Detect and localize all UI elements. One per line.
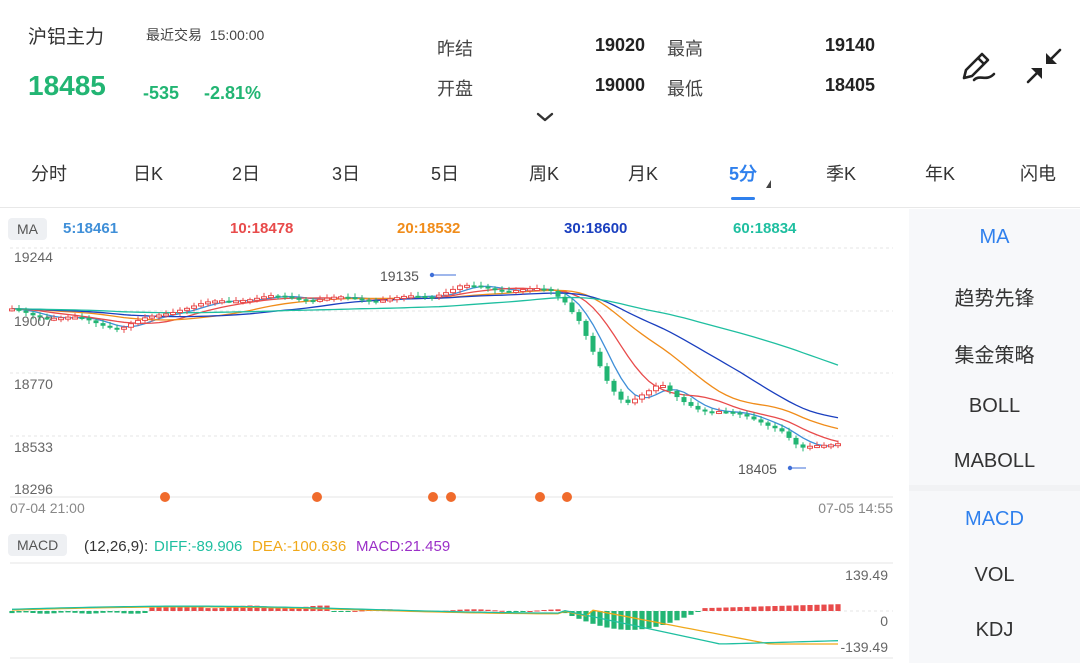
macd-bar	[226, 607, 232, 611]
macd-bar	[800, 605, 806, 611]
macd-bar	[527, 611, 533, 612]
indicator-side-panel: MA 趋势先锋 集金策略 BOLL MABOLL MACD VOL KDJ	[909, 209, 1080, 663]
macd-bar	[30, 611, 36, 613]
macd-bar	[506, 611, 512, 612]
macd-bar	[338, 611, 344, 612]
macd-bar	[44, 611, 50, 614]
macd-bar	[702, 608, 708, 611]
macd-bar	[464, 609, 470, 611]
macd-bar	[9, 611, 15, 614]
main-indicator-group: MA 趋势先锋 集金策略 BOLL MABOLL	[909, 209, 1080, 485]
macd-bar	[79, 611, 85, 614]
macd-bar	[58, 611, 64, 613]
macd-bar	[744, 606, 750, 611]
macd-bar	[205, 608, 211, 611]
macd-bar	[779, 605, 785, 611]
tab-lightning[interactable]: 闪电	[1008, 160, 1068, 186]
macd-bar	[149, 607, 155, 611]
macd-bar	[653, 611, 659, 627]
macd-bar	[730, 607, 736, 611]
macd-bar	[807, 605, 813, 611]
macd-bar	[37, 611, 43, 614]
macd-bar	[723, 607, 729, 611]
macd-bar	[142, 611, 148, 613]
macd-bar	[72, 611, 78, 613]
side-item-vol[interactable]: VOL	[909, 564, 1080, 587]
macd-bar	[688, 611, 694, 615]
macd-bar	[828, 604, 834, 611]
macd-bar	[667, 611, 673, 623]
macd-bar	[541, 610, 547, 611]
macd-bar	[772, 606, 778, 611]
macd-bar	[135, 611, 141, 614]
macd-axis-zero: 0	[880, 613, 888, 629]
side-item-macd[interactable]: MACD	[909, 508, 1080, 531]
macd-bar	[212, 608, 218, 611]
macd-bar	[632, 611, 638, 630]
macd-bar	[100, 611, 106, 613]
macd-bar	[478, 609, 484, 611]
macd-bar	[219, 607, 225, 611]
macd-bar	[737, 607, 743, 611]
macd-bar	[16, 611, 22, 613]
macd-bar	[51, 611, 57, 614]
macd-bar	[114, 611, 120, 613]
macd-bar	[674, 611, 680, 621]
macd-bar	[352, 610, 358, 612]
macd-bar	[485, 609, 491, 611]
side-item-maboll[interactable]: MABOLL	[909, 450, 1080, 473]
macd-histogram	[9, 604, 841, 630]
macd-bar	[765, 606, 771, 611]
macd-bar	[716, 607, 722, 611]
macd-bar	[471, 609, 477, 611]
macd-bar	[758, 606, 764, 611]
macd-bar	[835, 604, 841, 611]
sub-indicator-group: MACD VOL KDJ	[909, 491, 1080, 663]
macd-bar	[786, 605, 792, 611]
macd-bar	[121, 611, 127, 614]
macd-chart[interactable]: 139.49 0 -139.49	[0, 0, 905, 663]
macd-bar	[625, 611, 631, 630]
macd-bar	[345, 611, 351, 612]
side-item-jijin-strategy[interactable]: 集金策略	[909, 339, 1080, 368]
macd-bar	[534, 610, 540, 612]
macd-bar	[282, 608, 288, 611]
macd-bar	[618, 611, 624, 630]
macd-bar	[331, 611, 337, 612]
side-item-kdj[interactable]: KDJ	[909, 619, 1080, 642]
macd-bar	[107, 611, 113, 613]
macd-bar	[814, 604, 820, 611]
macd-axis-top: 139.49	[845, 567, 888, 583]
side-item-trend-pioneer[interactable]: 趋势先锋	[909, 282, 1080, 311]
macd-bar	[695, 611, 701, 612]
macd-bar	[198, 607, 204, 611]
collapse-arrows-icon[interactable]	[1022, 44, 1066, 88]
macd-bar	[499, 610, 505, 612]
macd-bar	[128, 611, 134, 614]
macd-bar	[65, 611, 71, 613]
side-item-boll[interactable]: BOLL	[909, 395, 1080, 418]
tab-year-k[interactable]: 年K	[910, 160, 970, 186]
macd-bar	[821, 604, 827, 611]
macd-bar	[86, 611, 92, 614]
macd-bar	[492, 610, 498, 612]
macd-bar	[555, 609, 561, 611]
macd-bar	[751, 606, 757, 611]
macd-bar	[520, 611, 526, 612]
macd-axis-bottom: -139.49	[841, 639, 889, 655]
macd-bar	[793, 605, 799, 611]
macd-bar	[709, 607, 715, 611]
macd-bar	[646, 611, 652, 629]
pen-draw-icon[interactable]	[956, 44, 1000, 88]
macd-bar	[457, 609, 463, 611]
macd-bar	[681, 611, 687, 618]
macd-bar	[513, 611, 519, 612]
side-item-ma[interactable]: MA	[909, 226, 1080, 249]
macd-bar	[548, 609, 554, 611]
macd-bar	[93, 611, 99, 614]
macd-bar	[23, 611, 29, 613]
